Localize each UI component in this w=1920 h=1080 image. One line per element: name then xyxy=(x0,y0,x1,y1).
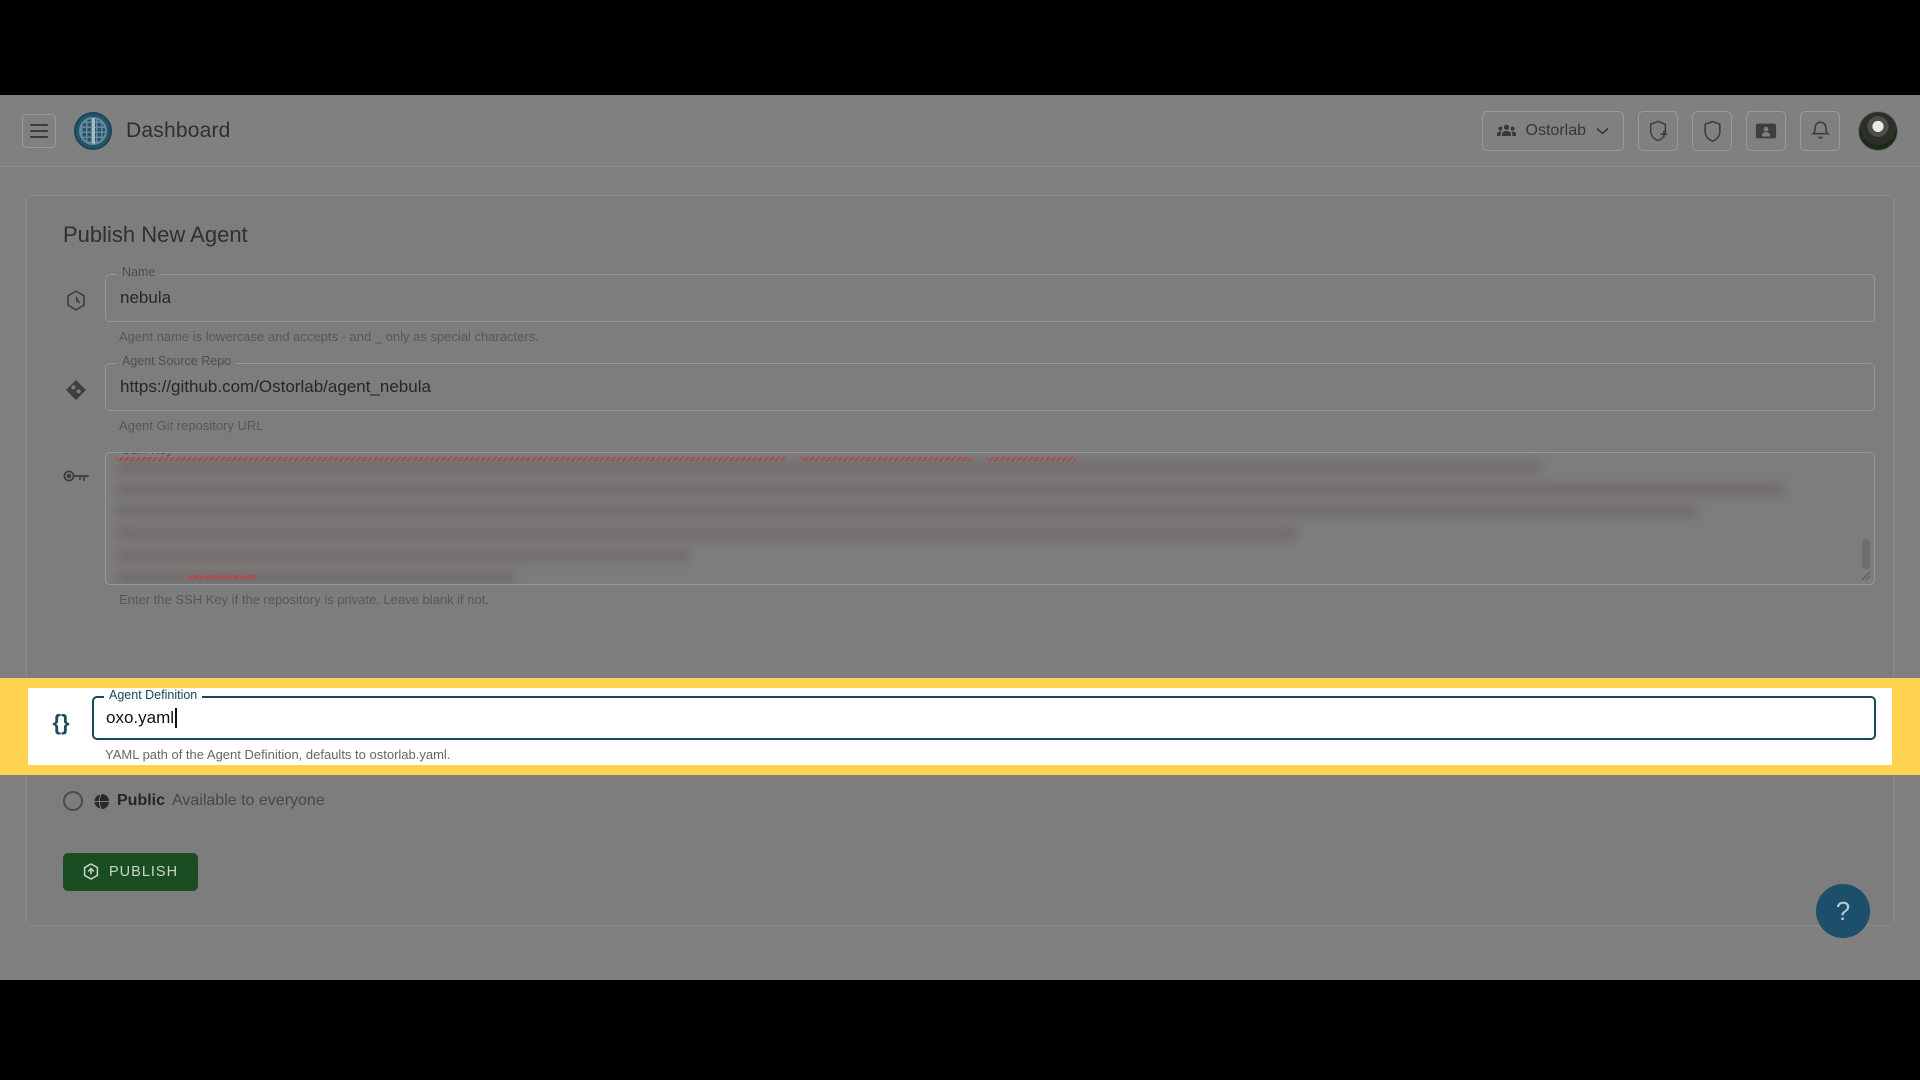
screen-root: Dashboard Ostorlab Publish New Agent Nam… xyxy=(0,0,1920,1080)
field-name: Name nebula Agent name is lowercase and … xyxy=(45,266,1875,344)
curly-braces-icon: {} xyxy=(52,710,70,735)
masked-line xyxy=(116,571,516,584)
app-page: Dashboard Ostorlab Publish New Agent Nam… xyxy=(0,95,1920,980)
menu-bar-3 xyxy=(30,135,48,138)
shield-icon[interactable] xyxy=(1692,110,1732,151)
textarea-resize-handle[interactable] xyxy=(1859,569,1871,581)
name-helper-text: Agent name is lowercase and accepts - an… xyxy=(119,329,539,344)
header-actions: Ostorlab xyxy=(1481,110,1898,151)
chevron-down-icon xyxy=(1596,127,1609,135)
group-people-icon xyxy=(1496,123,1516,138)
publish-hexagon-icon xyxy=(83,863,99,881)
radio-public[interactable] xyxy=(63,791,83,811)
field-ssh-key: SSH Key xyxy=(45,452,1875,607)
app-header: Dashboard Ostorlab xyxy=(0,95,1920,167)
text-cursor xyxy=(175,708,177,728)
brand: Dashboard xyxy=(74,111,231,150)
source-repo-value: https://github.com/Ostorlab/agent_nebula xyxy=(120,377,431,396)
masked-line xyxy=(116,549,690,562)
ostorlab-logo-icon xyxy=(74,111,112,150)
key-icon xyxy=(63,452,89,484)
card-title: Publish New Agent xyxy=(63,222,248,247)
spellcheck-underline xyxy=(186,575,256,579)
source-repo-input[interactable]: Agent Source Repo https://github.com/Ost… xyxy=(105,355,1875,411)
field-repo-body: Agent Source Repo https://github.com/Ost… xyxy=(105,355,1875,433)
source-repo-helper-text: Agent Git repository URL xyxy=(119,418,264,433)
git-branch-icon xyxy=(63,363,89,401)
globe-icon xyxy=(93,792,110,810)
masked-line xyxy=(116,461,1542,474)
masked-line xyxy=(116,505,1698,518)
masked-line xyxy=(116,483,1785,496)
public-label-group: Public Available to everyone xyxy=(93,792,325,810)
agent-definition-label: Agent Definition xyxy=(104,689,203,702)
shield-plus-icon[interactable] xyxy=(1638,110,1678,151)
name-label: Name xyxy=(117,266,161,279)
hamburger-menu-icon[interactable] xyxy=(22,113,56,148)
masked-line xyxy=(116,527,1298,540)
source-repo-label: Agent Source Repo xyxy=(117,355,237,368)
agent-definition-value: oxo.yaml xyxy=(106,708,175,727)
menu-bar-2 xyxy=(30,129,48,132)
agent-definition-helper-text: YAML path of the Agent Definition, defau… xyxy=(105,747,451,762)
name-input[interactable]: Name nebula xyxy=(105,266,1875,322)
agent-definition-body: Agent Definition oxo.yaml YAML path of t… xyxy=(92,689,1876,762)
menu-bar-1 xyxy=(30,123,48,126)
agent-definition-input[interactable]: Agent Definition oxo.yaml xyxy=(92,689,1876,740)
help-button[interactable]: ? xyxy=(1816,884,1870,938)
page-title: Dashboard xyxy=(126,118,231,142)
publish-agent-card: Publish New Agent Name nebula Agent name… xyxy=(26,195,1894,926)
publish-button-label: PUBLISH xyxy=(109,864,179,880)
ssh-key-helper-text: Enter the SSH Key if the repository is p… xyxy=(119,592,489,607)
field-name-body: Name nebula Agent name is lowercase and … xyxy=(105,266,1875,344)
org-name: Ostorlab xyxy=(1525,121,1586,139)
org-switcher[interactable]: Ostorlab xyxy=(1481,110,1624,151)
radio-row-public[interactable]: Public Available to everyone xyxy=(63,781,1875,821)
bell-icon[interactable] xyxy=(1800,110,1840,151)
public-description: Available to everyone xyxy=(172,792,325,809)
id-card-icon[interactable] xyxy=(1746,110,1786,151)
avatar[interactable] xyxy=(1858,110,1898,151)
agent-definition-row: {} Agent Definition oxo.yaml YAML path o… xyxy=(28,688,1892,765)
ssh-key-masked-content xyxy=(116,461,1854,584)
main-content: Publish New Agent Name nebula Agent name… xyxy=(0,167,1920,954)
agent-definition-highlight: {} Agent Definition oxo.yaml YAML path o… xyxy=(0,678,1920,775)
ssh-key-label: SSH Key xyxy=(117,453,178,457)
ssh-key-scrollbar[interactable] xyxy=(1862,539,1870,569)
ssh-key-textarea[interactable]: SSH Key xyxy=(105,452,1875,585)
field-ssh-body: SSH Key xyxy=(105,452,1875,607)
name-value: nebula xyxy=(120,288,172,307)
public-title: Public xyxy=(117,792,166,809)
field-source-repo: Agent Source Repo https://github.com/Ost… xyxy=(45,355,1875,433)
hexagon-agent-icon xyxy=(63,274,89,313)
publish-button[interactable]: PUBLISH xyxy=(63,853,199,891)
